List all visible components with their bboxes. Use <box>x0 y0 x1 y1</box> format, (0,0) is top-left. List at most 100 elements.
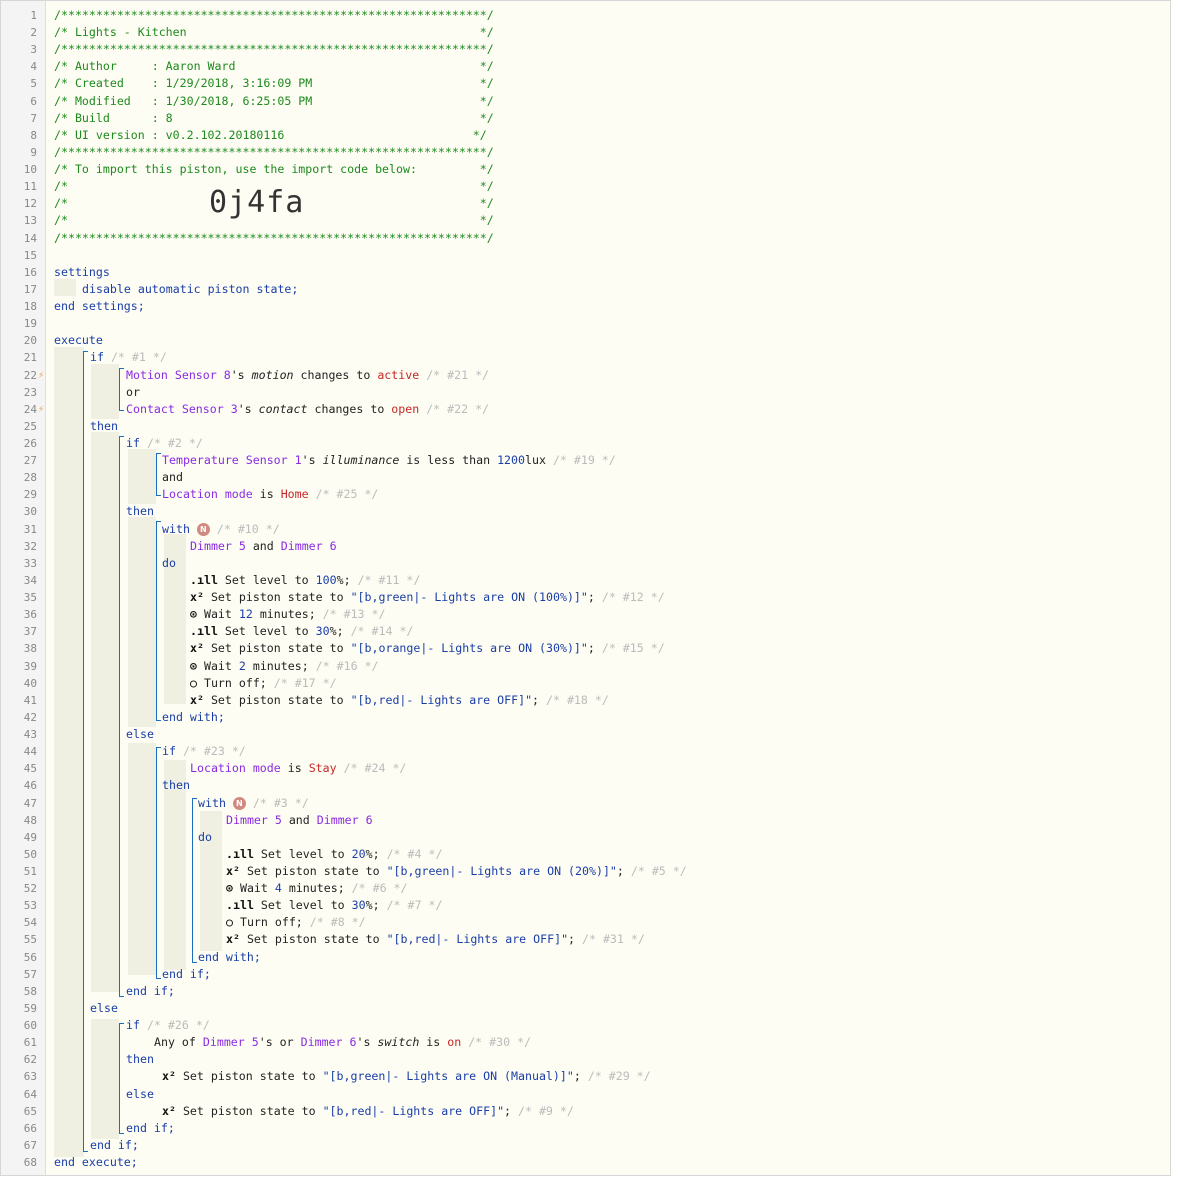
code-token: Any of <box>154 1035 196 1049</box>
line-number: 43 <box>23 728 37 741</box>
level-icon: .ıll <box>226 898 254 912</box>
comment-line: /* Modified : 1/30/2018, 6:25:05 PM */ <box>54 94 494 108</box>
keyword-then[interactable]: then <box>126 504 154 518</box>
setting-statement[interactable]: disable automatic piston state; <box>82 282 298 296</box>
line-number: 45 <box>23 762 37 775</box>
whitespace: ; <box>587 641 602 655</box>
device-link[interactable]: Dimmer 5 <box>190 539 246 553</box>
keyword-if[interactable]: if <box>126 1018 140 1032</box>
code-token: minutes; <box>259 607 316 621</box>
task-command[interactable]: Set piston state to <box>211 590 344 604</box>
task-command[interactable]: Wait <box>204 607 232 621</box>
keyword-then[interactable]: then <box>90 419 118 433</box>
keyword-with[interactable]: with <box>198 796 226 810</box>
keyword-then[interactable]: then <box>162 778 190 792</box>
task-command[interactable]: Turn off; <box>240 915 303 929</box>
line-number: 12 <box>23 197 37 210</box>
keyword-execute[interactable]: execute <box>54 333 103 347</box>
keyword-do[interactable]: do <box>198 830 212 844</box>
task-command[interactable]: Set level to <box>225 624 309 638</box>
code-statement: x² Set piston state to "[b,red|- Lights … <box>190 692 609 709</box>
keyword-do[interactable]: do <box>162 556 176 570</box>
statement-id: /* #19 */ <box>552 453 616 467</box>
import-code[interactable]: 0j4fa <box>209 185 304 220</box>
line-number: 33 <box>23 557 37 570</box>
statement-id: /* #17 */ <box>273 676 337 690</box>
code-statement: settings <box>54 264 110 281</box>
statement-id: /* #7 */ <box>386 898 443 912</box>
keyword-if[interactable]: if <box>162 744 176 758</box>
notification-badge[interactable]: N <box>232 797 246 810</box>
code-token: is <box>259 487 274 501</box>
task-command[interactable]: Set piston state to <box>211 641 344 655</box>
statement-id: /* #15 */ <box>601 641 665 655</box>
task-command[interactable]: Set piston state to <box>183 1104 316 1118</box>
task-command[interactable]: Set level to <box>261 847 345 861</box>
number: 100 <box>315 573 337 587</box>
device-link[interactable]: Temperature Sensor 1 <box>162 453 302 467</box>
keyword-settings[interactable]: settings <box>54 265 110 279</box>
code-line: 8 /* UI version : v0.2.102.20180116 */ <box>1 127 1170 144</box>
task-command[interactable]: Turn off; <box>204 676 267 690</box>
task-command[interactable]: Set piston state to <box>247 864 380 878</box>
code-statement: /* UI version : v0.2.102.20180116 */ <box>54 127 487 144</box>
task-command[interactable]: Set piston state to <box>247 932 380 946</box>
device-link[interactable]: Dimmer 5 <box>226 813 282 827</box>
line-number: 1 <box>30 9 37 22</box>
keyword-else[interactable]: else <box>126 1087 154 1101</box>
keyword-if[interactable]: if <box>126 436 140 450</box>
keyword-then[interactable]: then <box>126 1052 154 1066</box>
keyword-end-with[interactable]: end with; <box>198 950 261 964</box>
keyword-end-with[interactable]: end with; <box>162 710 225 724</box>
keyword-end-if[interactable]: end if; <box>162 967 211 981</box>
device-link[interactable]: Dimmer 5 <box>203 1035 259 1049</box>
device-link[interactable]: Dimmer 6 <box>281 539 337 553</box>
keyword-else[interactable]: else <box>126 727 154 741</box>
code-line: 54 ○ Turn off; /* #8 */ <box>1 914 1170 931</box>
code-line: 35 x² Set piston state to "[b,green|- Lig… <box>1 589 1170 606</box>
code-line: 22 ⚡ Motion Sensor 8's motion changes to a… <box>1 367 1170 384</box>
line-number: 62 <box>23 1053 37 1066</box>
keyword-end-settings[interactable]: end settings; <box>54 299 145 313</box>
device-link[interactable]: Dimmer 6 <box>301 1035 357 1049</box>
code-statement: /* Lights - Kitchen */ <box>54 24 494 41</box>
keyword-end-if[interactable]: end if; <box>126 1121 175 1135</box>
code-statement: Motion Sensor 8's motion changes to acti… <box>126 367 489 384</box>
keyword-end-if[interactable]: end if; <box>90 1138 139 1152</box>
keyword-end-execute[interactable]: end execute; <box>54 1155 138 1169</box>
line-number: 42 <box>23 711 37 724</box>
code-line: 3 /**************************************… <box>1 41 1170 58</box>
string: "[b,red|- Lights are OFF]" <box>386 932 569 946</box>
comment-line: /***************************************… <box>54 8 494 22</box>
line-number: 32 <box>23 540 37 553</box>
keyword-if[interactable]: if <box>90 350 104 364</box>
code-statement: /* Build : 8 */ <box>54 110 494 127</box>
keyword-else[interactable]: else <box>90 1001 118 1015</box>
device-link[interactable]: Contact Sensor 3 <box>126 402 238 416</box>
value: Stay <box>308 761 337 775</box>
code-line: 6 /* Modified : 1/30/2018, 6:25:05 PM */ <box>1 93 1170 110</box>
task-command[interactable]: Set level to <box>261 898 345 912</box>
task-command[interactable]: Wait <box>204 659 232 673</box>
keyword-with[interactable]: with <box>162 522 190 536</box>
line-number: 16 <box>23 266 37 279</box>
device-link[interactable]: Dimmer 6 <box>317 813 373 827</box>
task-command[interactable]: Set level to <box>225 573 309 587</box>
task-command[interactable]: Wait <box>240 881 268 895</box>
keyword-end-if[interactable]: end if; <box>126 984 175 998</box>
device-link[interactable]: Location mode <box>190 761 281 775</box>
device-link[interactable]: Motion Sensor 8 <box>126 368 231 382</box>
number: 1200 <box>497 453 525 467</box>
device-link[interactable]: Location mode <box>162 487 253 501</box>
task-command[interactable]: Set piston state to <box>183 1069 316 1083</box>
task-command[interactable]: Set piston state to <box>211 693 344 707</box>
code-line: 1 /**************************************… <box>1 7 1170 24</box>
notification-badge[interactable]: N <box>196 523 210 536</box>
